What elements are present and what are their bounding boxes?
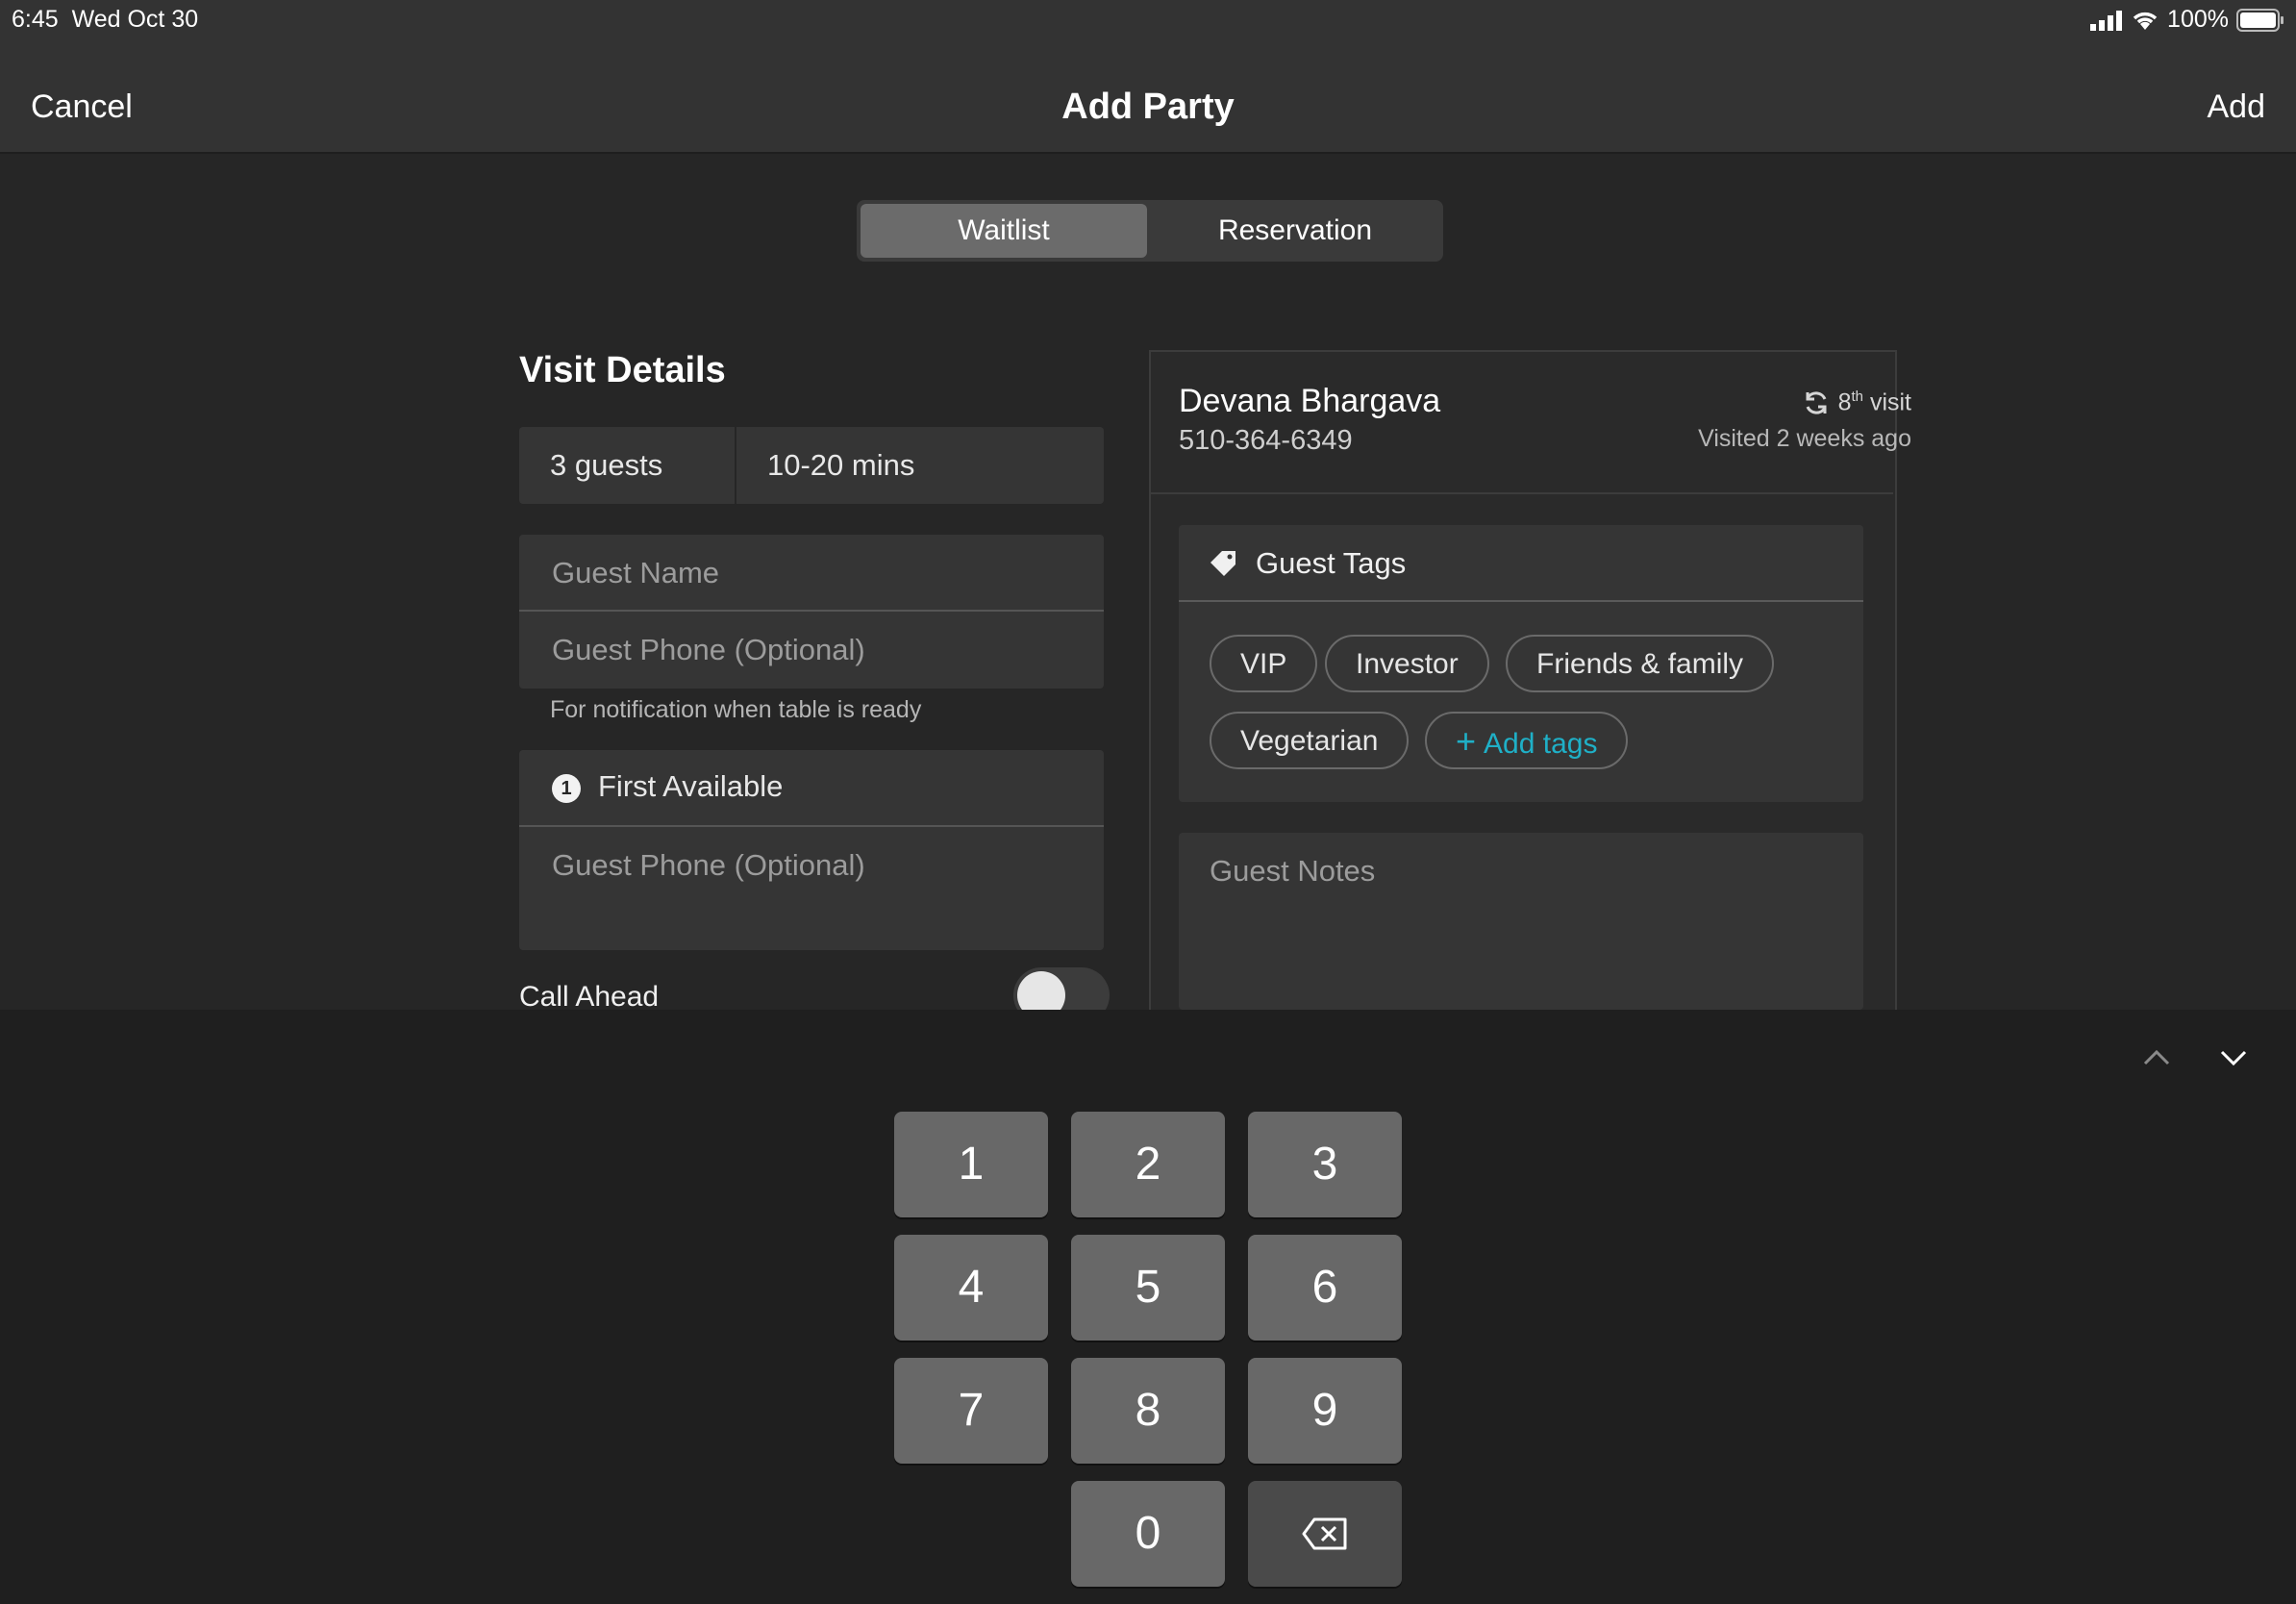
tag-investor[interactable]: Investor bbox=[1325, 635, 1489, 692]
clock: 6:45 bbox=[12, 6, 59, 33]
key-9[interactable]: 9 bbox=[1248, 1358, 1402, 1464]
tag-icon bbox=[1210, 551, 1235, 576]
cellular-signal-icon bbox=[2090, 10, 2123, 31]
key-5[interactable]: 5 bbox=[1071, 1235, 1225, 1341]
guest-phone-input[interactable]: Guest Phone (Optional) bbox=[552, 633, 1090, 667]
tab-reservation[interactable]: Reservation bbox=[1151, 204, 1439, 258]
navigation-bar bbox=[0, 0, 2296, 154]
visit-details-heading: Visit Details bbox=[519, 350, 726, 390]
date: Wed Oct 30 bbox=[71, 6, 199, 33]
battery-percent: 100% bbox=[2167, 6, 2229, 33]
field-divider bbox=[735, 427, 736, 504]
add-tags-label: Add tags bbox=[1484, 728, 1598, 760]
guest-name-input[interactable]: Guest Name bbox=[552, 556, 1090, 590]
chevron-up-icon[interactable] bbox=[2142, 1046, 2171, 1069]
tag-friends-family[interactable]: Friends & family bbox=[1506, 635, 1775, 692]
battery-icon bbox=[2236, 8, 2284, 32]
divider bbox=[519, 825, 1104, 827]
divider bbox=[1151, 492, 1893, 494]
seating-preference[interactable]: First Available bbox=[598, 769, 783, 804]
visit-count: 8th visit bbox=[1802, 388, 1911, 417]
key-2[interactable]: 2 bbox=[1071, 1112, 1225, 1217]
key-8[interactable]: 8 bbox=[1071, 1358, 1225, 1464]
mode-segmented-control: Waitlist Reservation bbox=[857, 200, 1443, 262]
plus-icon: + bbox=[1456, 721, 1477, 761]
divider bbox=[519, 610, 1104, 612]
key-4[interactable]: 4 bbox=[894, 1235, 1048, 1341]
party-size-field[interactable]: 3 guests bbox=[550, 448, 662, 483]
add-button[interactable]: Add bbox=[2208, 88, 2266, 126]
key-3[interactable]: 3 bbox=[1248, 1112, 1402, 1217]
tag-vegetarian[interactable]: Vegetarian bbox=[1210, 712, 1410, 769]
tab-waitlist[interactable]: Waitlist bbox=[861, 204, 1147, 258]
delete-key[interactable] bbox=[1248, 1481, 1402, 1587]
tag-vip[interactable]: VIP bbox=[1210, 635, 1318, 692]
backspace-icon bbox=[1302, 1517, 1347, 1550]
visit-word: visit bbox=[1869, 388, 1911, 416]
wifi-icon bbox=[2133, 12, 2158, 30]
call-ahead-label: Call Ahead bbox=[519, 981, 660, 1013]
guest-phone: 510-364-6349 bbox=[1179, 425, 1353, 456]
key-6[interactable]: 6 bbox=[1248, 1235, 1402, 1341]
divider bbox=[1179, 600, 1863, 602]
cancel-button[interactable]: Cancel bbox=[31, 88, 133, 126]
visit-number: 8th visit bbox=[1838, 388, 1911, 416]
guest-name: Devana Bhargava bbox=[1179, 383, 1441, 419]
add-tags-button[interactable]: + Add tags bbox=[1425, 712, 1629, 769]
key-0[interactable]: 0 bbox=[1071, 1481, 1225, 1587]
status-time: 6:45 Wed Oct 30 bbox=[12, 6, 198, 34]
refresh-icon bbox=[1806, 391, 1827, 414]
status-indicators: 100% bbox=[2090, 6, 2284, 34]
key-7[interactable]: 7 bbox=[894, 1358, 1048, 1464]
second-phone-input[interactable]: Guest Phone (Optional) bbox=[552, 848, 1090, 883]
chevron-down-icon[interactable] bbox=[2219, 1046, 2248, 1069]
guest-tags-title: Guest Tags bbox=[1256, 546, 1407, 580]
phone-hint: For notification when table is ready bbox=[550, 696, 922, 723]
key-1[interactable]: 1 bbox=[894, 1112, 1048, 1217]
last-visit: Visited 2 weeks ago bbox=[1698, 425, 1911, 452]
wait-time-field[interactable]: 10-20 mins bbox=[767, 448, 914, 483]
visit-count-value: 8 bbox=[1837, 388, 1852, 416]
visit-ordinal: th bbox=[1851, 388, 1863, 405]
guest-notes-placeholder: Guest Notes bbox=[1210, 854, 1376, 888]
seating-number-icon: 1 bbox=[552, 774, 581, 803]
